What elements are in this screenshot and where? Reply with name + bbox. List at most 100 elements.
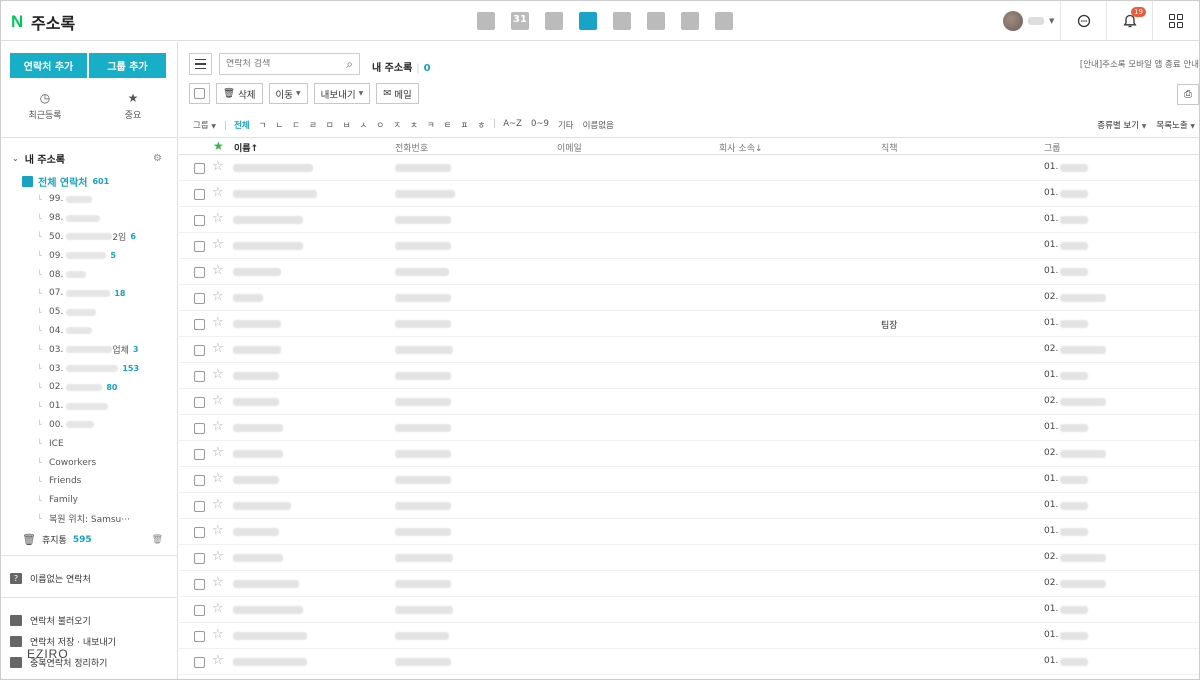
star-icon[interactable]: ☆ [212, 654, 224, 667]
star-icon[interactable]: ☆ [212, 420, 224, 433]
contact-name[interactable] [233, 528, 279, 536]
star-icon[interactable]: ☆ [212, 550, 224, 563]
row-checkbox[interactable] [194, 397, 205, 408]
list-view-dropdown[interactable]: 목록노출 ▼ [1156, 119, 1195, 131]
sidebar-group-item[interactable]: └ Friends [37, 472, 177, 491]
contact-name[interactable] [233, 190, 317, 198]
filter-chip[interactable]: ㄴ [275, 119, 283, 131]
contact-name[interactable] [233, 450, 283, 458]
search-input[interactable] [226, 59, 336, 69]
row-checkbox[interactable] [194, 293, 205, 304]
row-checkbox[interactable] [194, 215, 205, 226]
sidebar-group-item[interactable]: └ 07. 18 [37, 284, 177, 303]
sidebar-group-item[interactable]: └ 03. 업체 3 [37, 340, 177, 359]
row-checkbox[interactable] [194, 605, 205, 616]
star-icon[interactable]: ☆ [212, 524, 224, 537]
sidebar-group-item[interactable]: └ 99. [37, 190, 177, 209]
table-row[interactable]: ☆ 팀장 01. [179, 311, 1199, 337]
filter-chip[interactable]: 전체 [234, 119, 250, 131]
col-company[interactable]: 회사 소속↓ [719, 141, 763, 154]
row-checkbox[interactable] [194, 501, 205, 512]
filter-chip[interactable]: 0~9 [531, 119, 549, 131]
sidebar-group-item[interactable]: └ 09. 5 [37, 246, 177, 265]
row-checkbox[interactable] [194, 579, 205, 590]
table-row[interactable]: ☆ 02. [179, 389, 1199, 415]
contact-name[interactable] [233, 632, 307, 640]
row-checkbox[interactable] [194, 631, 205, 642]
row-checkbox[interactable] [194, 241, 205, 252]
move-button[interactable]: 이동 ▼ [268, 83, 308, 104]
filter-chip[interactable]: ㅈ [393, 119, 401, 131]
notification-button[interactable]: 19 [1107, 1, 1153, 41]
sidebar-group-item[interactable]: └ 08. [37, 265, 177, 284]
sidebar-group-item[interactable]: └ Family [37, 491, 177, 510]
contact-name[interactable] [233, 606, 303, 614]
sidebar-group-item[interactable]: └ 04. [37, 322, 177, 341]
table-row[interactable]: ☆ 01. [179, 233, 1199, 259]
sidebar-group-item[interactable]: └ 02. 80 [37, 378, 177, 397]
add-contact-button[interactable]: 연락처 추가 [10, 53, 87, 78]
mail-button[interactable]: ✉ 메일 [376, 83, 419, 104]
todo-icon[interactable] [647, 12, 665, 30]
row-checkbox[interactable] [194, 345, 205, 356]
filter-chip[interactable]: 기타 [558, 119, 574, 131]
filter-chip[interactable]: 이름없음 [583, 119, 614, 131]
table-row[interactable]: ☆ 01. [179, 649, 1199, 675]
table-row[interactable]: ☆ 01. [179, 597, 1199, 623]
mail-icon[interactable] [477, 12, 495, 30]
star-icon[interactable]: ☆ [212, 316, 224, 329]
notice-link[interactable]: [안내]주소록 모바일 앱 종료 안내 [1080, 58, 1199, 70]
gear-icon[interactable]: ⚙ [153, 153, 162, 164]
nameless-contacts-link[interactable]: ? 이름없는 연락처 [10, 572, 91, 585]
col-name[interactable]: 이름↑ [234, 141, 258, 154]
row-checkbox[interactable] [194, 527, 205, 538]
contact-name[interactable] [233, 164, 313, 172]
group-filter-dropdown[interactable]: 그룹 ▼ [193, 119, 216, 131]
chat-button[interactable] [1061, 1, 1107, 41]
app-logo[interactable]: N 주소록 [11, 10, 75, 34]
add-group-button[interactable]: 그룹 추가 [89, 53, 166, 78]
filter-chip[interactable]: ㄱ [259, 119, 267, 131]
sidebar-group-item[interactable]: └ 50. 2임 6 [37, 228, 177, 247]
table-row[interactable]: ☆ 01. [179, 155, 1199, 181]
sidebar-group-item[interactable]: └ Coworkers [37, 453, 177, 472]
photo-icon[interactable] [545, 12, 563, 30]
table-row[interactable]: ☆ 02. [179, 337, 1199, 363]
sidebar-group-item[interactable]: └ 00. [37, 416, 177, 435]
star-icon[interactable]: ☆ [212, 498, 224, 511]
contacts-icon[interactable] [579, 12, 597, 30]
trash-item[interactable]: 🗑︎ 휴지통 595 🗑︎ [22, 533, 163, 546]
home-icon[interactable] [681, 12, 699, 30]
table-row[interactable]: ☆ 01. [179, 363, 1199, 389]
contact-name[interactable] [233, 554, 283, 562]
table-row[interactable]: ☆ 02. [179, 441, 1199, 467]
row-checkbox[interactable] [194, 657, 205, 668]
contact-name[interactable] [233, 476, 279, 484]
star-icon[interactable]: ☆ [212, 368, 224, 381]
export-dropdown[interactable]: 내보내기 ▼ [313, 83, 371, 104]
sidebar-group-item[interactable]: └ ICE [37, 434, 177, 453]
select-all-checkbox[interactable] [189, 83, 210, 104]
star-icon[interactable]: ☆ [212, 212, 224, 225]
my-addressbook-header[interactable]: ⌄ 내 주소록 ⚙ [12, 151, 162, 166]
row-checkbox[interactable] [194, 371, 205, 382]
star-icon[interactable]: ☆ [212, 472, 224, 485]
contact-name[interactable] [233, 346, 281, 354]
search-icon[interactable]: ⌕ [346, 57, 353, 72]
filter-chip[interactable]: ㄹ [309, 119, 317, 131]
table-row[interactable]: ☆ 01. [179, 207, 1199, 233]
row-checkbox[interactable] [194, 267, 205, 278]
calendar-icon[interactable]: 31 [511, 12, 529, 30]
print-button[interactable]: ⎙ [1177, 84, 1199, 105]
view-type-dropdown[interactable]: 종류별 보기 ▼ [1097, 119, 1146, 131]
contact-name[interactable] [233, 424, 283, 432]
row-checkbox[interactable] [194, 319, 205, 330]
contact-name[interactable] [233, 580, 299, 588]
row-checkbox[interactable] [194, 475, 205, 486]
import-contacts-link[interactable]: 연락처 불러오기 [10, 614, 91, 627]
star-icon[interactable]: ☆ [212, 160, 224, 173]
important-button[interactable]: ★ 중요 [89, 92, 177, 121]
recent-button[interactable]: ◷ 최근등록 [1, 92, 89, 121]
contact-name[interactable] [233, 398, 279, 406]
filter-chip[interactable]: ㅅ [360, 119, 368, 131]
